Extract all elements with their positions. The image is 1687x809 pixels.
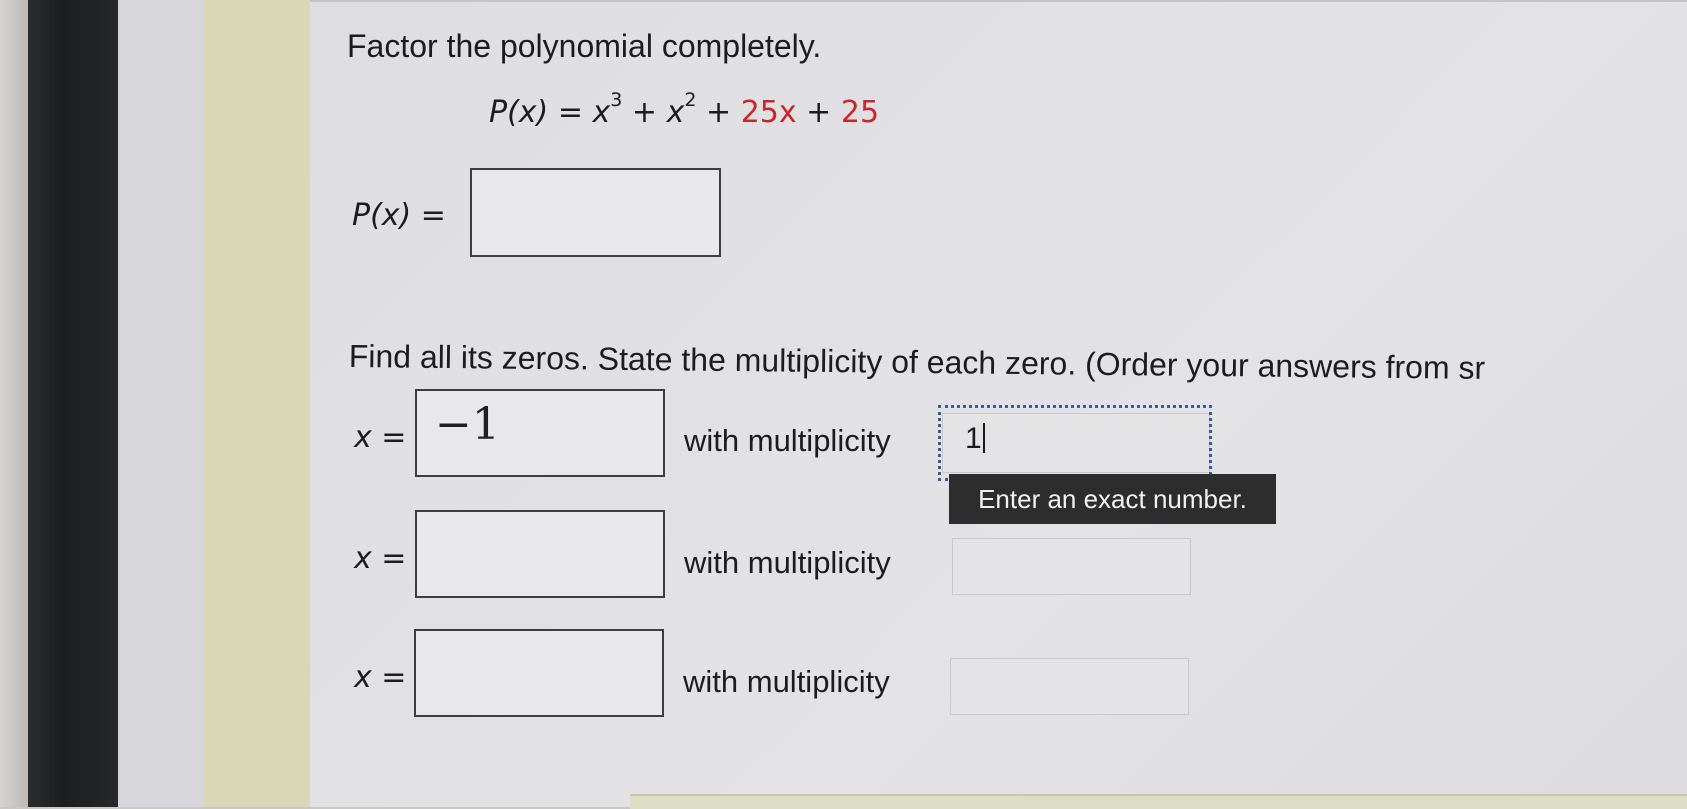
polynomial-expression: P(x) = x3 + x2 + 25x + 25 [489,91,880,131]
factored-answer-label: P(x) = [352,198,446,233]
zero-1-input[interactable]: −1 [415,389,665,477]
poly-term2-exp: 2 [684,89,697,111]
monitor-edge [0,0,28,807]
monitor-bezel [28,0,118,807]
poly-plus-1: + [631,95,658,130]
exact-number-tooltip: Enter an exact number. [949,474,1276,524]
poly-term3: 25x [740,95,797,130]
zero-1-value: −1 [435,399,500,450]
top-divider [310,0,1687,2]
factor-prompt: Factor the polynomial completely. [347,28,822,64]
page-margin [118,0,204,807]
poly-term1-base: x [592,95,611,130]
multiplicity-2-label: with multiplicity [684,545,891,580]
factored-answer-input[interactable] [470,168,721,257]
zero-2-label: x = [354,541,407,576]
multiplicity-1-label: with multiplicity [684,423,891,458]
zero-3-input[interactable] [414,629,664,717]
multiplicity-3-input[interactable] [950,658,1189,715]
zero-1-label: x = [354,420,407,455]
poly-lhs: P(x) [489,95,549,130]
poly-plus-3: + [806,95,832,130]
poly-plus-2: + [706,95,732,130]
multiplicity-1-focus-outline [938,405,1212,481]
multiplicity-3-label: with multiplicity [683,664,890,699]
zero-3-label: x = [354,660,407,695]
poly-term4: 25 [840,95,880,130]
multiplicity-2-input[interactable] [952,538,1191,595]
zero-2-input[interactable] [415,510,665,598]
poly-term1-exp: 3 [610,89,623,111]
left-sidebar-panel [204,0,310,807]
poly-equals: = [557,95,583,130]
poly-term2-base: x [666,95,685,130]
